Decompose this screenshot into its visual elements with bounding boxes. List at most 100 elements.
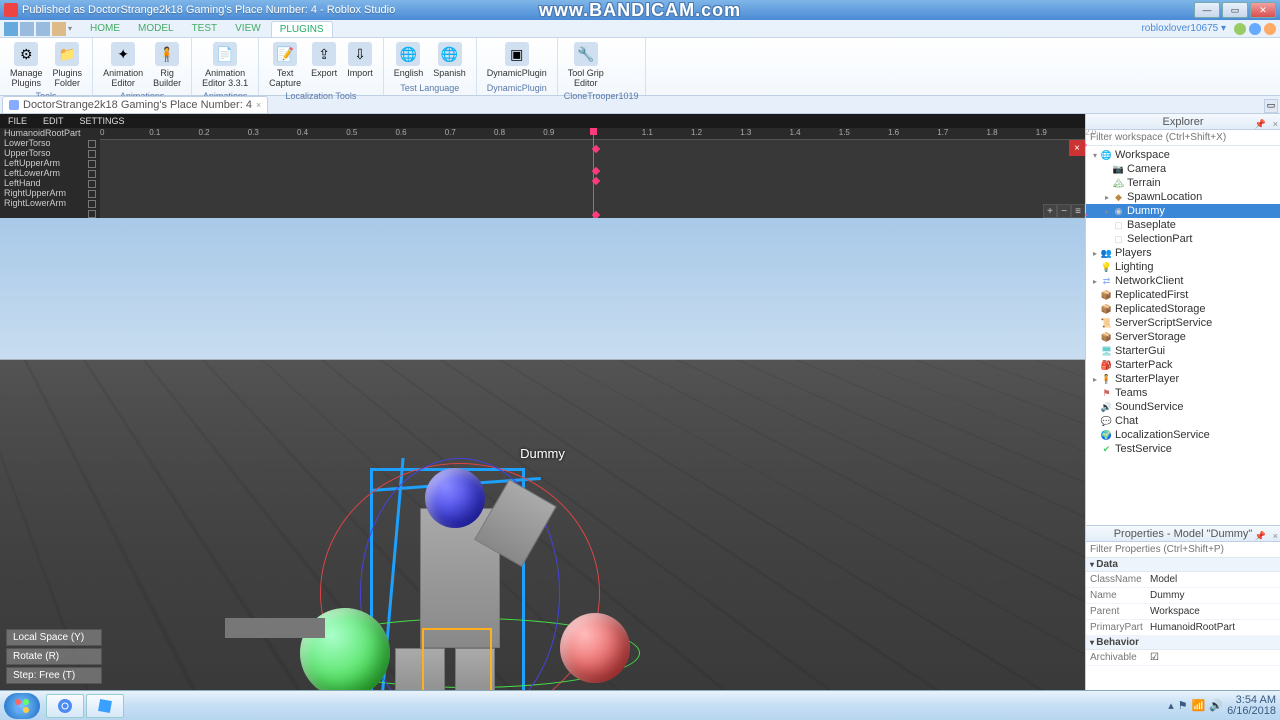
bone-hierarchy[interactable]: HumanoidRootPart LowerTorso UpperTorso L…: [0, 128, 100, 218]
menu-tab-view[interactable]: VIEW: [227, 21, 269, 37]
expand-arrow-icon[interactable]: ▸: [1102, 193, 1112, 202]
ribbon-spanish[interactable]: 🌐Spanish: [429, 40, 470, 80]
property-value[interactable]: Workspace: [1146, 604, 1280, 619]
track-toggle[interactable]: [88, 190, 96, 198]
bone-item[interactable]: LeftLowerArm: [0, 168, 100, 178]
track-toggle[interactable]: [88, 150, 96, 158]
panel-close-icon[interactable]: ×: [1273, 528, 1278, 544]
ribbon-english[interactable]: 🌐English: [390, 40, 428, 80]
explorer-item-starterplayer[interactable]: ▸🧍StarterPlayer: [1086, 372, 1280, 386]
minimize-button[interactable]: —: [1194, 2, 1220, 18]
taskbar-clock[interactable]: 3:54 AM 6/16/2018: [1227, 695, 1276, 717]
property-group[interactable]: Data: [1086, 558, 1280, 572]
axis-handle-z[interactable]: [560, 613, 630, 683]
ribbon-manage-plugins[interactable]: ⚙ManagePlugins: [6, 40, 47, 90]
anim-menu-settings[interactable]: SETTINGS: [72, 114, 133, 128]
ribbon-export[interactable]: ⇪Export: [307, 40, 341, 80]
menu-tab-model[interactable]: MODEL: [130, 21, 182, 37]
pin-icon[interactable]: 📌: [1255, 116, 1266, 132]
document-tab[interactable]: DoctorStrange2k18 Gaming's Place Number:…: [2, 96, 268, 113]
timeline-add-icon[interactable]: +: [1043, 204, 1057, 218]
3d-viewport[interactable]: Dummy: [0, 218, 1085, 690]
track-toggle[interactable]: [88, 200, 96, 208]
properties-filter-input[interactable]: [1086, 542, 1280, 558]
menu-tab-plugins[interactable]: PLUGINS: [271, 21, 333, 37]
explorer-item-starterpack[interactable]: 🎒StarterPack: [1086, 358, 1280, 372]
timeline-remove-icon[interactable]: −: [1057, 204, 1071, 218]
hud-button[interactable]: Rotate (R): [6, 648, 102, 665]
notify-icon[interactable]: [1264, 23, 1276, 35]
play-icon[interactable]: [52, 22, 66, 36]
anim-menu-file[interactable]: FILE: [0, 114, 35, 128]
panel-close-icon[interactable]: ×: [1273, 116, 1278, 132]
bone-item[interactable]: LeftUpperArm: [0, 158, 100, 168]
ribbon-plugins-folder[interactable]: 📁PluginsFolder: [49, 40, 87, 90]
timeline-close-button[interactable]: ×: [1069, 140, 1085, 156]
ribbon-text-capture[interactable]: 📝TextCapture: [265, 40, 305, 90]
animation-timeline[interactable]: HumanoidRootPart LowerTorso UpperTorso L…: [0, 128, 1085, 218]
property-value[interactable]: Dummy: [1146, 588, 1280, 603]
maximize-button[interactable]: ▭: [1222, 2, 1248, 18]
explorer-item-teams[interactable]: ⚑Teams: [1086, 386, 1280, 400]
explorer-item-workspace[interactable]: ▾🌐Workspace: [1086, 148, 1280, 162]
track-toggle[interactable]: [88, 180, 96, 188]
timeline-menu-icon[interactable]: ≡: [1071, 204, 1085, 218]
expand-arrow-icon[interactable]: ▾: [1090, 151, 1100, 160]
restore-viewport-icon[interactable]: ▭: [1264, 99, 1278, 113]
explorer-item-soundservice[interactable]: 🔊SoundService: [1086, 400, 1280, 414]
explorer-item-chat[interactable]: 💬Chat: [1086, 414, 1280, 428]
bone-item[interactable]: HumanoidRootPart: [0, 128, 100, 138]
user-label[interactable]: robloxlover10675 ▾: [1141, 23, 1226, 34]
tray-network-icon[interactable]: 📶: [1192, 699, 1206, 712]
menu-tab-test[interactable]: TEST: [184, 21, 226, 37]
close-button[interactable]: ✕: [1250, 2, 1276, 18]
windows-taskbar[interactable]: ▴ ⚑ 📶 🔊 3:54 AM 6/16/2018: [0, 690, 1280, 720]
property-value[interactable]: HumanoidRootPart: [1146, 620, 1280, 635]
property-value[interactable]: Model: [1146, 572, 1280, 587]
explorer-item-networkclient[interactable]: ▸⇄NetworkClient: [1086, 274, 1280, 288]
track-toggle[interactable]: [88, 140, 96, 148]
explorer-filter-input[interactable]: [1086, 130, 1280, 146]
hud-button[interactable]: Local Space (Y): [6, 629, 102, 646]
explorer-item-players[interactable]: ▸👥Players: [1086, 246, 1280, 260]
ribbon-rig-builder[interactable]: 🧍RigBuilder: [149, 40, 185, 90]
expand-arrow-icon[interactable]: ▸: [1090, 249, 1100, 258]
bone-item[interactable]: LeftHand: [0, 178, 100, 188]
undo-icon[interactable]: [20, 22, 34, 36]
taskbar-roblox-studio[interactable]: [86, 694, 124, 718]
explorer-item-localizationservice[interactable]: 🌍LocalizationService: [1086, 428, 1280, 442]
explorer-item-terrain[interactable]: 🏔Terrain: [1086, 176, 1280, 190]
property-row[interactable]: Archivable☑: [1086, 650, 1280, 666]
explorer-item-replicatedfirst[interactable]: 📦ReplicatedFirst: [1086, 288, 1280, 302]
track-toggle[interactable]: [88, 210, 96, 218]
tray-volume-icon[interactable]: 🔊: [1209, 699, 1223, 712]
bone-item[interactable]: UpperTorso: [0, 148, 100, 158]
explorer-item-serverstorage[interactable]: 📦ServerStorage: [1086, 330, 1280, 344]
hud-button[interactable]: Step: Free (T): [6, 667, 102, 684]
property-row[interactable]: NameDummy: [1086, 588, 1280, 604]
redo-icon[interactable]: [36, 22, 50, 36]
track-toggle[interactable]: [88, 170, 96, 178]
upgrade-icon[interactable]: [1234, 23, 1246, 35]
explorer-item-baseplate[interactable]: ▢Baseplate: [1086, 218, 1280, 232]
ribbon-dynamicplugin[interactable]: ▣DynamicPlugin: [483, 40, 551, 80]
explorer-item-replicatedstorage[interactable]: 📦ReplicatedStorage: [1086, 302, 1280, 316]
expand-arrow-icon[interactable]: ▸: [1102, 207, 1112, 216]
taskbar-chrome[interactable]: [46, 694, 84, 718]
property-row[interactable]: ParentWorkspace: [1086, 604, 1280, 620]
bone-item[interactable]: RightLowerArm: [0, 198, 100, 208]
close-tab-icon[interactable]: ×: [256, 100, 261, 110]
expand-arrow-icon[interactable]: ▸: [1090, 375, 1100, 384]
track-toggle[interactable]: [88, 160, 96, 168]
bone-item[interactable]: LowerTorso: [0, 138, 100, 148]
pin-icon[interactable]: 📌: [1255, 528, 1266, 544]
explorer-tree[interactable]: ▾🌐Workspace📷Camera🏔Terrain▸◆SpawnLocatio…: [1086, 146, 1280, 525]
explorer-item-spawnlocation[interactable]: ▸◆SpawnLocation: [1086, 190, 1280, 204]
axis-handle-y[interactable]: [425, 468, 485, 528]
explorer-item-testservice[interactable]: ✔TestService: [1086, 442, 1280, 456]
anim-menu-edit[interactable]: EDIT: [35, 114, 72, 128]
property-row[interactable]: PrimaryPartHumanoidRootPart: [1086, 620, 1280, 636]
ribbon-animation-editor[interactable]: ✦AnimationEditor: [99, 40, 147, 90]
start-button[interactable]: [4, 693, 40, 719]
ribbon-import[interactable]: ⇩Import: [343, 40, 377, 80]
